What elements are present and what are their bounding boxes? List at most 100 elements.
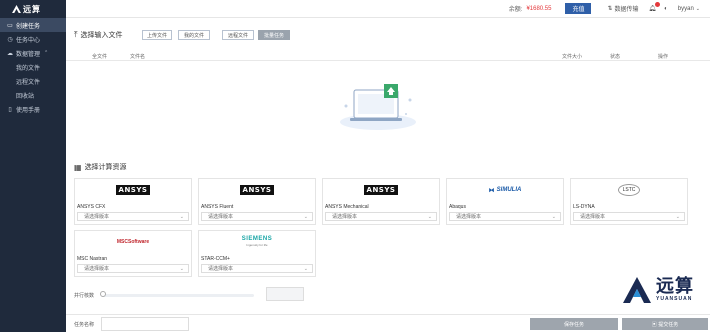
batch-task-button[interactable]: 批量任务 — [258, 30, 290, 40]
resource-card-ansys-cfx[interactable]: ANSYS ANSYS CFX 请选择版本 ⌄ — [74, 178, 192, 225]
username: byyan — [677, 5, 694, 12]
version-select[interactable]: 请选择版本 ⌄ — [77, 212, 189, 221]
col-select-all[interactable]: 全文件 — [92, 53, 107, 60]
top-header: 余额: ¥1680.55 充值 ⇅ 数据传输 🔔︎ ◐ byyan ⌄ — [66, 0, 710, 18]
resource-name: ANSYS Fluent — [201, 204, 234, 210]
ansys-logo: ANSYS — [323, 181, 439, 199]
col-status: 状态 — [610, 54, 621, 60]
submit-task-button[interactable]: ▣ 提交任务 — [622, 318, 708, 330]
upload-icon: ⤒ — [74, 30, 78, 39]
resource-name: ANSYS Mechanical — [325, 204, 369, 210]
chevron-down-icon: ⌄ — [695, 5, 700, 12]
task-name-label: 任务名称 — [74, 322, 95, 328]
chevron-up-icon: ⌃ — [44, 50, 49, 56]
recharge-button[interactable]: 充值 — [565, 3, 592, 14]
chevron-down-icon: ⌄ — [303, 213, 308, 220]
version-select[interactable]: 请选择版本 ⌄ — [201, 212, 313, 221]
sidebar-item-label: 远程文件 — [16, 79, 41, 86]
resource-card-ansys-mechanical[interactable]: ANSYS ANSYS Mechanical 请选择版本 ⌄ — [322, 178, 440, 225]
balance-label: 余额: — [508, 7, 523, 13]
version-select[interactable]: 请选择版本 ⌄ — [77, 264, 189, 273]
siemens-logo: SIEMENS Ingenuity for life — [241, 236, 273, 247]
brand-logo-icon — [623, 277, 651, 303]
msc-logo: MSCSoftware — [116, 239, 150, 245]
resource-title: 选择计算资源 — [84, 164, 127, 171]
version-select[interactable]: 请选择版本 ⌄ — [449, 212, 561, 221]
notification-bell[interactable]: 🔔︎ — [648, 2, 661, 12]
main-content: ⤒ 选择输入文件 上传文件 我的文件 远程文件 批量任务 全文件 文件名 文件大… — [66, 18, 710, 314]
compass-icon: ◐ — [664, 5, 668, 12]
sidebar-item-data-management[interactable]: ☁ 数据管理 ⌃ — [0, 46, 66, 60]
chevron-down-icon: ⌄ — [427, 213, 432, 220]
app-name: 远算 — [23, 4, 41, 14]
file-table-header: 全文件 文件名 文件大小 状态 操作 — [66, 53, 710, 61]
cloud-icon: ☁ — [7, 50, 13, 57]
parallel-cores-row: 并行核数 — [74, 292, 94, 299]
submit-label: 提交任务 — [658, 321, 679, 328]
resource-section-title: ▦ 选择计算资源 — [74, 162, 127, 172]
slider-handle[interactable] — [100, 291, 106, 297]
help-link[interactable]: ◐ — [664, 6, 668, 12]
sidebar-item-label: 回收站 — [16, 93, 35, 100]
brand-subtitle: YUANSUAN — [656, 296, 693, 302]
footer-bar: 任务名称 保存任务 ▣ 提交任务 — [66, 314, 710, 332]
version-select[interactable]: 请选择版本 ⌄ — [325, 212, 437, 221]
ansys-logo: ANSYS — [75, 181, 191, 199]
col-filename: 文件名 — [130, 54, 146, 60]
version-select[interactable]: 请选择版本 ⌄ — [573, 212, 685, 221]
col-actions: 操作 — [658, 54, 669, 60]
balance-value: ¥1680.55 — [526, 5, 552, 12]
data-transfer-label: 数据传输 — [614, 7, 639, 13]
parallel-cores-label: 并行核数 — [74, 293, 95, 299]
col-filesize: 文件大小 — [562, 54, 583, 60]
chevron-down-icon: ⌄ — [179, 265, 184, 272]
resource-name: LS-DYNA — [573, 204, 595, 210]
remote-files-button[interactable]: 远程文件 — [222, 30, 254, 40]
upload-section-title: ⤒ 选择输入文件 — [74, 30, 123, 40]
chevron-down-icon: ⌄ — [179, 213, 184, 220]
resource-name: ANSYS CFX — [77, 204, 106, 210]
ansys-logo: ANSYS — [199, 181, 315, 199]
sidebar-item-manual[interactable]: ▯ 使用手册 — [0, 102, 66, 116]
empty-upload-illustration — [340, 84, 416, 130]
transfer-icon: ⇅ — [607, 6, 613, 12]
sidebar-item-remote-files[interactable]: 远程文件 — [0, 74, 66, 88]
logo-icon — [12, 5, 21, 13]
resource-card-ansys-fluent[interactable]: ANSYS ANSYS Fluent 请选择版本 ⌄ — [198, 178, 316, 225]
bell-icon: 🔔︎ — [648, 6, 657, 12]
task-name-input[interactable] — [101, 317, 189, 331]
upload-title: 选择输入文件 — [80, 32, 123, 39]
grid-icon: ▦ — [74, 162, 82, 172]
upload-file-button[interactable]: 上传文件 — [142, 30, 172, 40]
resource-name: STAR-CCM+ — [201, 256, 230, 262]
new-task-icon: ▭ — [7, 22, 13, 29]
my-files-button[interactable]: 我的文件 — [178, 30, 210, 40]
lstc-logo: LSTC — [571, 181, 687, 199]
resource-name: MSC Nastran — [77, 256, 108, 262]
notification-badge — [655, 2, 661, 7]
sidebar-item-task-center[interactable]: ◷ 任务中心 — [0, 32, 66, 46]
resource-card-star-ccm[interactable]: SIEMENS Ingenuity for life STAR-CCM+ 请选择版… — [198, 230, 316, 277]
save-task-button[interactable]: 保存任务 — [530, 318, 618, 330]
resource-card-abaqus[interactable]: ⧓ SIMULIA Abaqus 请选择版本 ⌄ — [446, 178, 564, 225]
parallel-cores-slider[interactable] — [102, 294, 254, 297]
sidebar-item-label: 数据管理 — [16, 51, 41, 58]
sidebar-item-recycle-bin[interactable]: 回收站 — [0, 88, 66, 102]
data-transfer-link[interactable]: ⇅ 数据传输 — [607, 4, 638, 13]
sidebar-item-my-files[interactable]: 我的文件 — [0, 60, 66, 74]
sidebar: 远算 ▭ 创建任务 ◷ 任务中心 ☁ 数据管理 ⌃ 我的文件 远程文件 回收站 … — [0, 0, 66, 332]
resource-card-msc-nastran[interactable]: MSCSoftware MSC Nastran 请选择版本 ⌄ — [74, 230, 192, 277]
parallel-cores-input[interactable] — [266, 287, 304, 301]
chevron-down-icon: ⌄ — [675, 213, 680, 220]
chevron-down-icon: ⌄ — [303, 265, 308, 272]
brand-title: 远算 — [656, 276, 694, 297]
app-logo[interactable]: 远算 — [0, 0, 66, 18]
brand-watermark: 远算 YUANSUAN — [622, 270, 708, 310]
user-menu[interactable]: byyan ⌄ — [678, 6, 700, 12]
resource-card-ls-dyna[interactable]: LSTC LS-DYNA 请选择版本 ⌄ — [570, 178, 688, 225]
sidebar-item-label: 使用手册 — [16, 107, 41, 114]
version-select[interactable]: 请选择版本 ⌄ — [201, 264, 313, 273]
sidebar-item-label: 创建任务 — [16, 23, 41, 30]
sidebar-item-create-task[interactable]: ▭ 创建任务 — [0, 18, 66, 32]
simulia-logo: ⧓ SIMULIA — [488, 187, 522, 194]
